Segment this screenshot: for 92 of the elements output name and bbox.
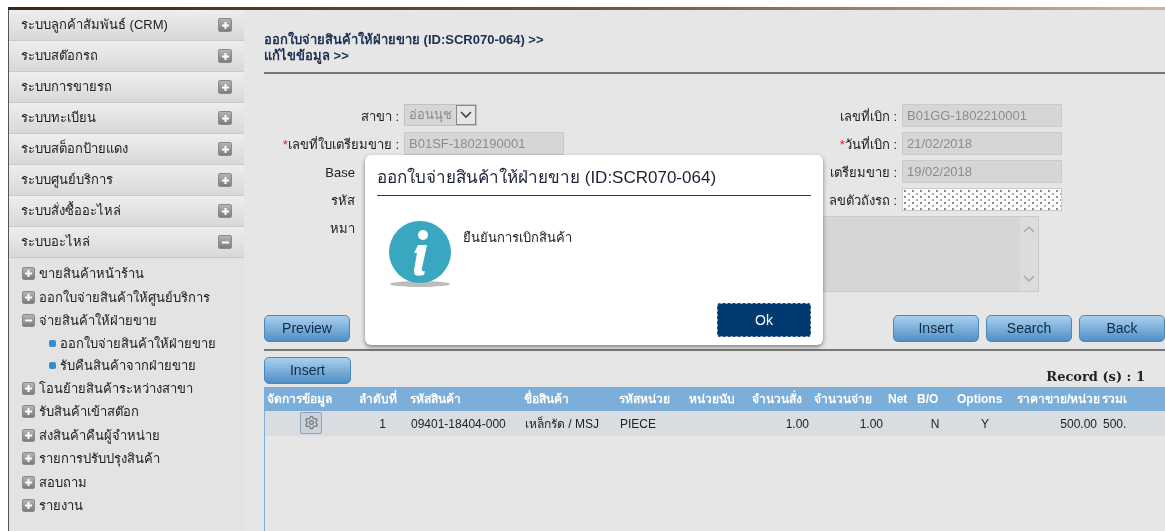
column-header: Options — [955, 387, 1015, 411]
field-label: *วันที่เบิก : — [839, 135, 897, 154]
field-label: Base — [325, 164, 355, 182]
module-label[interactable]: ระบบทะเบียน — [21, 108, 96, 128]
table-cell: PIECE — [620, 416, 656, 431]
action-button[interactable]: Back — [1079, 314, 1165, 342]
module-header[interactable]: ระบบสั่งซื้ออะไหล่ — [9, 196, 244, 227]
module-label[interactable]: ระบบศูนย์บริการ — [21, 170, 113, 190]
page-title: แก้ไขข้อมูล >> — [264, 48, 350, 64]
module-label[interactable]: ระบบสั่งซื้ออะไหล่ — [21, 201, 121, 221]
column-header: รหัสสินค้า — [408, 387, 522, 411]
field-label: *เลขที่ใบเตรียมขาย : — [282, 135, 399, 154]
menu-item[interactable]: รายงาน — [39, 496, 83, 516]
menu-item[interactable]: โอนย้ายสินค้าระหว่างสาขา — [39, 378, 193, 398]
module-label[interactable]: ระบบลูกค้าสัมพันธ์ (CRM) — [21, 15, 168, 35]
expand-icon[interactable] — [218, 111, 232, 125]
table-cell: เหล็กรัด / MSJ — [525, 416, 599, 431]
module-header[interactable]: ระบบสต๊อกรถ — [9, 41, 244, 72]
collapse-icon[interactable] — [218, 235, 232, 249]
table-cell: 09401-18404-000 — [411, 416, 506, 431]
action-button[interactable]: Insert — [893, 314, 979, 342]
table-cell: N — [930, 416, 940, 431]
action-button[interactable]: Search — [986, 314, 1072, 342]
column-header: Net — [886, 387, 915, 411]
column-header: จัดการข้อมูล — [265, 387, 357, 411]
field-label: หมา — [330, 220, 355, 238]
module-label[interactable]: ระบบการขายรถ — [21, 77, 112, 97]
expand-icon[interactable] — [218, 80, 232, 94]
expand-icon[interactable] — [22, 499, 35, 513]
menu-item[interactable]: รับสินค้าเข้าสต๊อก — [39, 402, 139, 422]
record-count: Record (s) : 1 — [1046, 367, 1145, 386]
expand-icon[interactable] — [22, 290, 35, 304]
expand-icon[interactable] — [22, 475, 35, 489]
expand-icon[interactable] — [22, 267, 35, 281]
settings-button[interactable] — [300, 411, 322, 434]
expand-icon[interactable] — [218, 18, 232, 32]
column-header: ชื่อสินค้า — [522, 387, 617, 411]
bullet-icon — [49, 340, 56, 347]
column-header: จำนวนจ่าย — [812, 387, 886, 411]
menu-item[interactable]: สอบถาม — [39, 472, 87, 492]
table-cell: 1.00 — [785, 416, 809, 431]
bullet-icon — [49, 362, 56, 369]
expand-icon[interactable] — [218, 142, 232, 156]
menu-item[interactable]: ขายสินค้าหน้าร้าน — [39, 264, 144, 284]
field-label: ลขตัวถังรถ : — [828, 192, 897, 210]
dialog-title: ออกใบจ่ายสินค้าให้ฝ่ายขาย (ID:SCR070-064) — [377, 165, 811, 196]
module-header[interactable]: ระบบศูนย์บริการ — [9, 165, 244, 196]
module-header[interactable]: ระบบการขายรถ — [9, 72, 244, 103]
module-header[interactable]: ระบบทะเบียน — [9, 103, 244, 134]
table-cell: 500. — [1103, 416, 1127, 431]
expand-icon[interactable] — [218, 49, 232, 63]
table-cell: Y — [981, 416, 989, 431]
column-header: B/O — [915, 387, 955, 411]
masked-field[interactable] — [902, 188, 1062, 211]
module-label[interactable]: ระบบอะไหล่ — [21, 232, 90, 252]
page-title: ออกใบจ่ายสินค้าให้ฝ่ายขาย (ID:SCR070-064) >> — [264, 32, 545, 48]
field-label: สาขา : — [360, 108, 399, 126]
expand-icon[interactable] — [22, 381, 35, 395]
preview-button[interactable]: Preview — [264, 314, 350, 342]
column-header: ราคาขาย/หน่วย — [1015, 387, 1100, 411]
submenu-item[interactable]: รับคืนสินค้าจากฝ่ายขาย — [60, 355, 196, 376]
module-label[interactable]: ระบบสต็อกป้ายแดง — [21, 139, 128, 159]
expand-icon[interactable] — [218, 204, 232, 218]
field-label: เลขที่เบิก : — [839, 107, 897, 126]
module-label[interactable]: ระบบสต๊อกรถ — [21, 46, 98, 66]
menu-item[interactable]: ส่งสินค้าคืนผู้จำหน่าย — [39, 425, 160, 445]
expand-icon[interactable] — [22, 452, 35, 466]
ok-button[interactable]: Ok — [717, 303, 811, 337]
column-header: ลำดับที่ — [357, 387, 408, 411]
column-header: จำนวนสั่ง — [750, 387, 812, 411]
collapse-icon[interactable] — [22, 314, 35, 328]
menu-item[interactable]: จ่ายสินค้าให้ฝ่ายขาย — [39, 311, 157, 331]
table-cell: 500.00 — [1060, 416, 1097, 431]
insert-button[interactable]: Insert — [264, 357, 351, 384]
info-icon — [387, 219, 453, 288]
dialog-message: ยืนยันการเบิกสินค้า — [463, 228, 572, 247]
module-header[interactable]: ระบบอะไหล่ — [9, 227, 244, 258]
table-cell: 1 — [379, 416, 386, 431]
expand-icon[interactable] — [218, 173, 232, 187]
table-cell: 1.00 — [859, 416, 883, 431]
field-label: รหัส — [331, 192, 355, 210]
menu-item[interactable]: ออกใบจ่ายสินค้าให้ศูนย์บริการ — [39, 287, 210, 307]
expand-icon[interactable] — [22, 405, 35, 419]
field-label: เตรียมขาย : — [829, 164, 897, 182]
column-header: รหัสหน่วย — [617, 387, 687, 411]
menu-item[interactable]: รายการปรับปรุงสินค้า — [39, 449, 160, 469]
module-header[interactable]: ระบบสต็อกป้ายแดง — [9, 134, 244, 165]
module-header[interactable]: ระบบลูกค้าสัมพันธ์ (CRM) — [9, 10, 244, 41]
submenu-item[interactable]: ออกใบจ่ายสินค้าให้ฝ่ายขาย — [60, 333, 216, 354]
expand-icon[interactable] — [22, 428, 35, 442]
column-header: รวมเ — [1100, 387, 1165, 411]
column-header: หน่วยนับ — [687, 387, 750, 411]
